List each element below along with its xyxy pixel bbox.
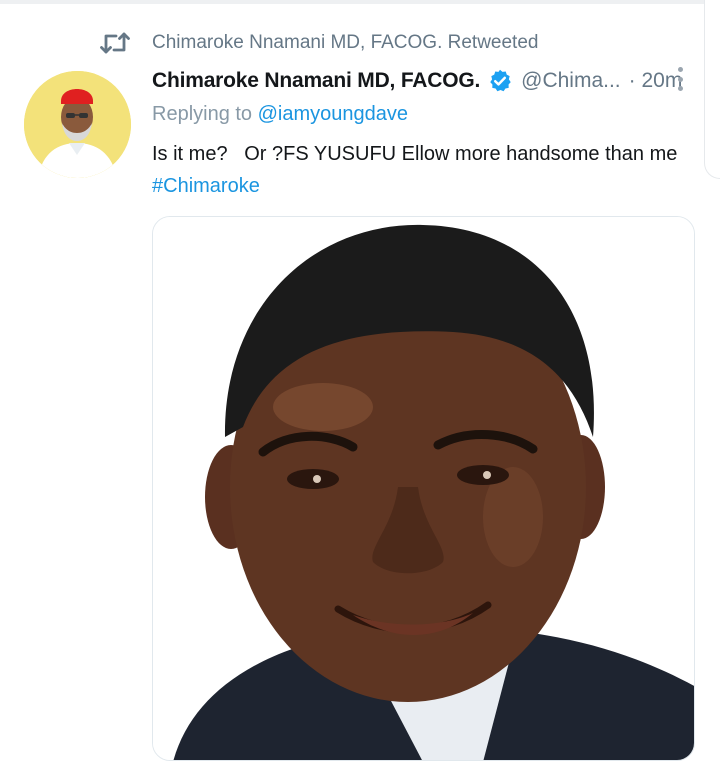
retweet-label[interactable]: Chimaroke Nnamani MD, FACOG. Retweeted [152,32,538,54]
tweet-text: Is it me? Or ?FS YUSUFU Ellow more hands… [152,143,678,165]
replying-to-mention[interactable]: @iamyoungdave [258,103,408,125]
retweet-banner: Chimaroke Nnamani MD, FACOG. Retweeted [100,28,538,58]
more-vertical-icon[interactable] [670,64,690,94]
author-avatar[interactable] [24,71,131,178]
replying-to-prefix: Replying to [152,103,258,125]
tweet-header: Chimaroke Nnamani MD, FACOG. @Chima... ·… [152,64,682,98]
author-display-name[interactable]: Chimaroke Nnamani MD, FACOG. [152,69,480,93]
adjacent-card-edge [704,0,720,179]
verified-badge-icon [487,68,513,94]
top-divider [0,0,720,4]
replying-to: Replying to @iamyoungdave [152,103,408,126]
tweet-hashtag[interactable]: #Chimaroke [152,175,260,198]
retweet-icon [100,28,132,58]
author-handle[interactable]: @Chima... [521,69,621,93]
tweet-media-photo[interactable] [152,216,695,761]
